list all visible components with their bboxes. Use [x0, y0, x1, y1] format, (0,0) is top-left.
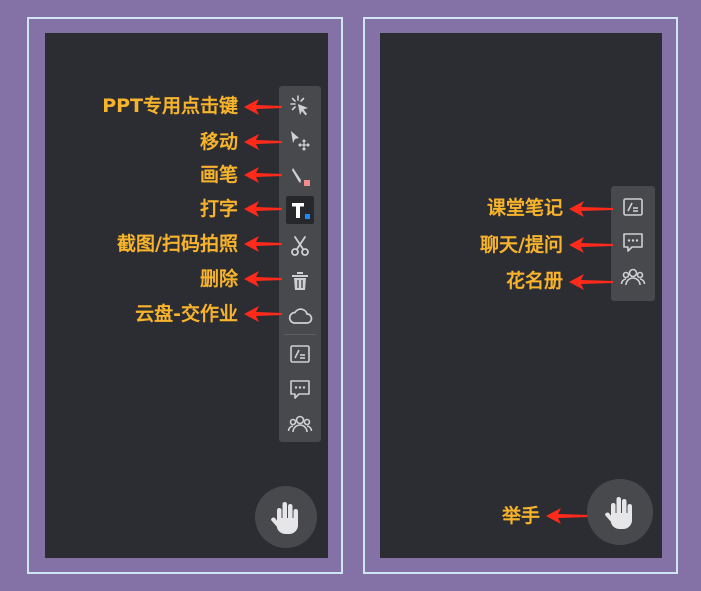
arrow-roster	[569, 274, 613, 290]
chat-tool-right[interactable]	[614, 224, 652, 259]
text-icon	[292, 202, 310, 219]
pen-tool[interactable]	[281, 158, 319, 193]
cloud-tool[interactable]	[281, 298, 319, 333]
trash-icon	[292, 271, 308, 290]
chat-icon	[290, 379, 310, 399]
arrow-text	[244, 201, 282, 217]
text-tool[interactable]	[281, 193, 319, 228]
arrow-pen	[244, 167, 282, 183]
raise-hand-button[interactable]	[587, 479, 653, 545]
label-roster: 花名册	[505, 270, 563, 292]
label-raise-hand: 举手	[501, 505, 540, 527]
label-delete: 删除	[199, 268, 238, 290]
label-text: 打字	[199, 198, 238, 220]
roster-icon	[620, 268, 646, 285]
label-ppt-click: PPT专用点击键	[102, 95, 238, 117]
label-notes: 课堂笔记	[486, 197, 563, 219]
arrow-raise-hand	[546, 508, 590, 524]
roster-icon	[287, 415, 313, 432]
right-toolbar	[611, 186, 655, 301]
arrow-cloud	[244, 306, 282, 322]
left-toolbar	[279, 86, 321, 442]
move-tool[interactable]	[281, 123, 319, 158]
arrow-chat	[569, 237, 613, 253]
notes-tool[interactable]	[281, 336, 319, 371]
notes-icon	[623, 197, 643, 216]
arrow-ppt-click	[244, 99, 282, 115]
notes-tool-right[interactable]	[614, 189, 652, 224]
arrow-delete	[244, 271, 282, 287]
chat-tool[interactable]	[281, 371, 319, 406]
arrow-screenshot	[244, 236, 282, 252]
pen-icon	[292, 167, 310, 186]
scissors-icon	[291, 235, 309, 256]
chat-icon	[623, 232, 643, 252]
roster-tool[interactable]	[281, 406, 319, 441]
arrow-move	[244, 134, 282, 150]
ppt-click-icon	[290, 94, 308, 115]
label-cloud: 云盘-交作业	[135, 303, 238, 325]
screenshot-tool[interactable]	[281, 228, 319, 263]
hand-icon	[605, 497, 632, 530]
ppt-click-tool[interactable]	[281, 88, 319, 123]
arrow-notes	[569, 201, 613, 217]
cloud-icon	[288, 307, 313, 324]
notes-icon	[290, 344, 310, 363]
hand-icon	[271, 502, 298, 535]
label-screenshot: 截图/扫码拍照	[117, 233, 238, 255]
label-chat: 聊天/提问	[480, 234, 563, 256]
raise-hand-button-left[interactable]	[255, 486, 317, 548]
roster-tool-right[interactable]	[614, 259, 652, 294]
label-move: 移动	[199, 131, 238, 153]
label-pen: 画笔	[199, 164, 238, 186]
move-icon	[291, 130, 310, 151]
delete-tool[interactable]	[281, 263, 319, 298]
toolbar-divider	[284, 334, 316, 335]
